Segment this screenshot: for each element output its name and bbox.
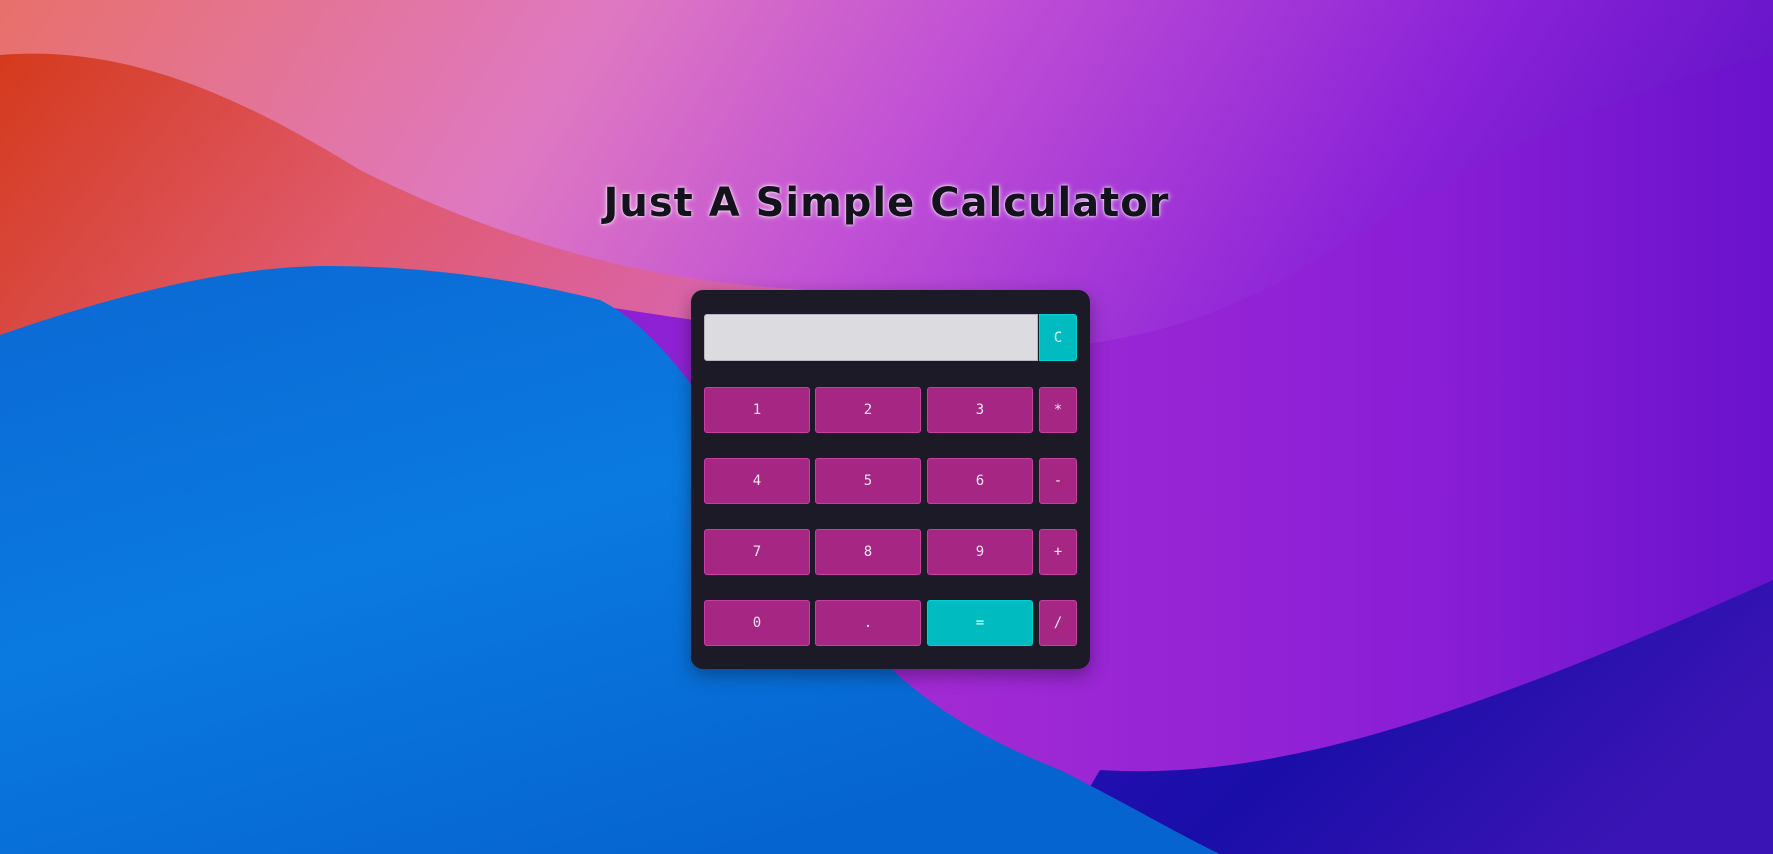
clear-button[interactable]: C xyxy=(1039,314,1077,361)
calculator-panel: C 1 2 3 * 4 5 6 - 7 8 9 + 0 . = / xyxy=(691,290,1090,669)
multiply-button[interactable]: * xyxy=(1039,387,1077,433)
key-6-button[interactable]: 6 xyxy=(927,458,1033,504)
key-3-button[interactable]: 3 xyxy=(927,387,1033,433)
key-9-button[interactable]: 9 xyxy=(927,529,1033,575)
key-4-button[interactable]: 4 xyxy=(704,458,810,504)
equals-button[interactable]: = xyxy=(927,600,1033,646)
key-0-button[interactable]: 0 xyxy=(704,600,810,646)
subtract-button[interactable]: - xyxy=(1039,458,1077,504)
divide-button[interactable]: / xyxy=(1039,600,1077,646)
key-5-button[interactable]: 5 xyxy=(815,458,921,504)
decimal-button[interactable]: . xyxy=(815,600,921,646)
calculator-display[interactable] xyxy=(704,314,1038,361)
page-title: Just A Simple Calculator xyxy=(603,180,1170,226)
key-1-button[interactable]: 1 xyxy=(704,387,810,433)
key-8-button[interactable]: 8 xyxy=(815,529,921,575)
key-7-button[interactable]: 7 xyxy=(704,529,810,575)
key-2-button[interactable]: 2 xyxy=(815,387,921,433)
add-button[interactable]: + xyxy=(1039,529,1077,575)
